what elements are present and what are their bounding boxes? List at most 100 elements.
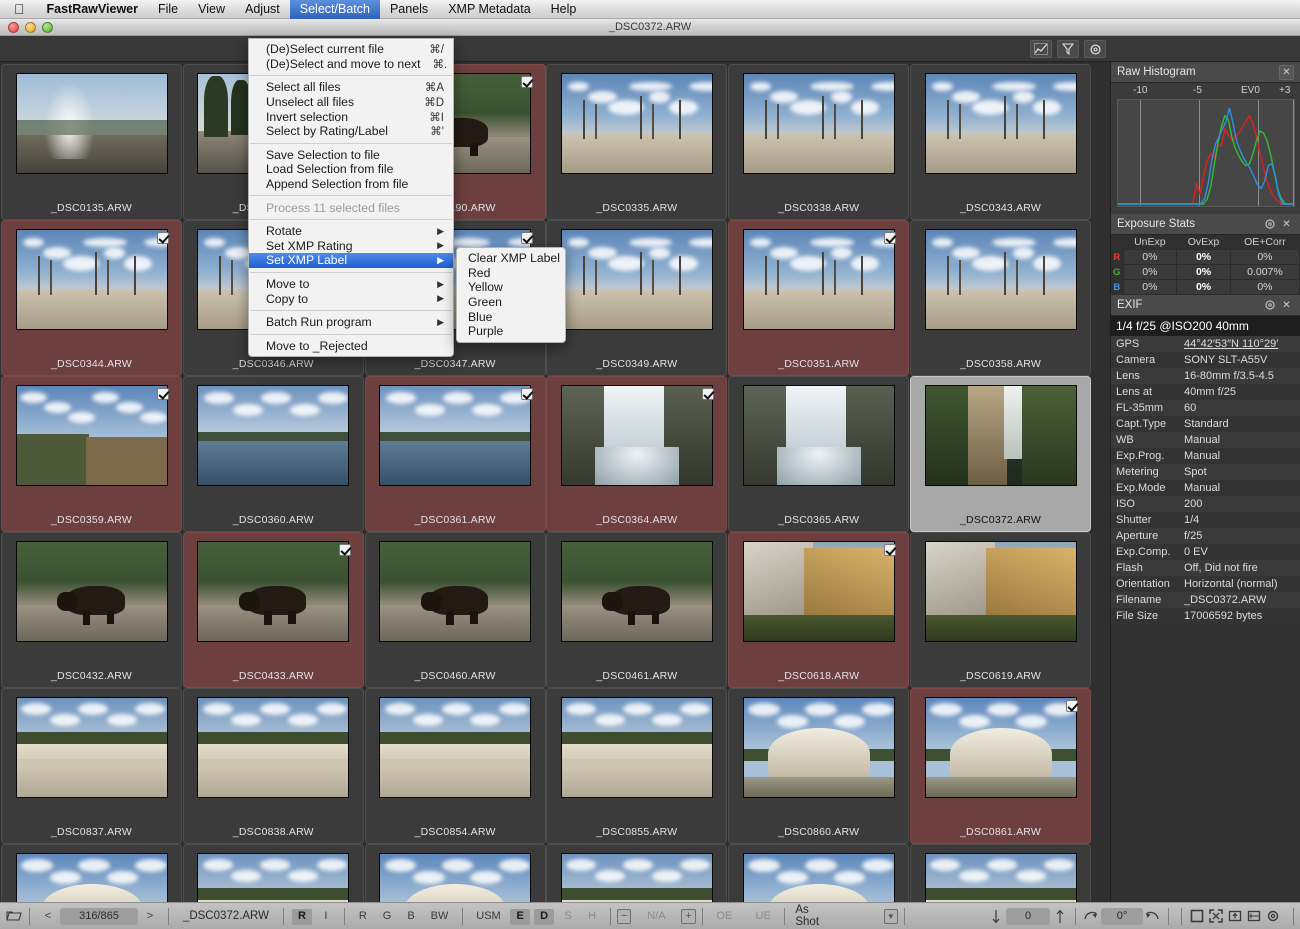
menu-item-unselect-all-files[interactable]: Unselect all files⌘D	[249, 95, 453, 110]
thumbnail-image[interactable]	[743, 229, 895, 330]
thumbnail-image[interactable]	[743, 73, 895, 174]
thumbnail-image[interactable]	[379, 541, 531, 642]
thumbnail-image[interactable]	[925, 385, 1077, 486]
thumbnail-cell[interactable]	[183, 844, 364, 902]
thumbnail-cell[interactable]: _DSC0838.ARW	[183, 688, 364, 844]
thumbnail-image[interactable]	[925, 73, 1077, 174]
selection-checkbox[interactable]	[157, 388, 169, 400]
menu-item-select-batch[interactable]: Select/Batch	[290, 0, 380, 19]
menu-item-append-selection-from-file[interactable]: Append Selection from file	[249, 177, 453, 192]
thumbnail-cell[interactable]: _DSC0351.ARW	[728, 220, 909, 376]
thumbnail-cell[interactable]: _DSC0344.ARW	[1, 220, 182, 376]
gear-icon[interactable]	[1262, 298, 1277, 313]
thumbnail-cell[interactable]: _DSC0372.ARW	[910, 376, 1091, 532]
thumbnail-cell[interactable]: _DSC0854.ARW	[365, 688, 546, 844]
thumbnail-image[interactable]	[561, 541, 713, 642]
thumbnail-image[interactable]	[925, 697, 1077, 798]
toggle-i-button[interactable]: I	[316, 908, 336, 925]
toggle-r-button[interactable]: R	[292, 908, 312, 925]
thumbnail-image[interactable]	[925, 541, 1077, 642]
menu-item-help[interactable]: Help	[541, 0, 587, 19]
exposure-increase-button[interactable]: +	[681, 909, 695, 924]
thumbnail-image[interactable]	[743, 541, 895, 642]
sharpen-h-button[interactable]: H	[582, 908, 602, 925]
oe-button[interactable]: OE	[711, 908, 738, 925]
sharpen-e-button[interactable]: E	[510, 908, 530, 925]
thumbnail-cell[interactable]: _DSC0861.ARW	[910, 688, 1091, 844]
thumbnail-cell[interactable]: _DSC0135.ARW	[1, 64, 182, 220]
thumbnail-cell[interactable]: _DSC0837.ARW	[1, 688, 182, 844]
thumbnail-cell[interactable]: _DSC0364.ARW	[546, 376, 727, 532]
menu-item-xmp-metadata[interactable]: XMP Metadata	[438, 0, 540, 19]
thumbnail-image[interactable]	[561, 229, 713, 330]
menu-item-move-to[interactable]: Move to▶	[249, 277, 453, 292]
menu-item-panels[interactable]: Panels	[380, 0, 438, 19]
filter-button[interactable]	[1057, 40, 1079, 58]
thumbnail-cell[interactable]: _DSC0460.ARW	[365, 532, 546, 688]
close-window-button[interactable]	[8, 22, 19, 33]
menu-item-file[interactable]: File	[148, 0, 188, 19]
menu-item-select-all-files[interactable]: Select all files⌘A	[249, 80, 453, 95]
close-icon[interactable]: ✕	[1279, 217, 1294, 232]
thumbnail-image[interactable]	[925, 853, 1077, 902]
thumbnail-image[interactable]	[197, 697, 349, 798]
thumbnail-cell[interactable]: _DSC0358.ARW	[910, 220, 1091, 376]
thumbnail-image[interactable]	[197, 385, 349, 486]
selection-checkbox[interactable]	[884, 232, 896, 244]
thumbnail-cell[interactable]: _DSC0343.ARW	[910, 64, 1091, 220]
selection-checkbox[interactable]	[884, 544, 896, 556]
submenu-item-purple[interactable]: Purple	[457, 324, 565, 339]
submenu-item-red[interactable]: Red	[457, 266, 565, 281]
thumbnail-image[interactable]	[379, 697, 531, 798]
thumbnail-image[interactable]	[197, 541, 349, 642]
thumbnail-image[interactable]	[561, 853, 713, 902]
ue-button[interactable]: UE	[750, 908, 777, 925]
selection-checkbox[interactable]	[339, 544, 351, 556]
thumbnail-image[interactable]	[16, 385, 168, 486]
thumbnail-image[interactable]	[16, 541, 168, 642]
close-icon[interactable]: ✕	[1279, 298, 1294, 313]
thumbnail-image[interactable]	[561, 385, 713, 486]
thumbnail-cell[interactable]: _DSC0361.ARW	[365, 376, 546, 532]
sharpen-s-button[interactable]: S	[558, 908, 578, 925]
usm-button[interactable]: USM	[471, 908, 506, 925]
thumbnail-cell[interactable]: _DSC0855.ARW	[546, 688, 727, 844]
submenu-item-clear-xmp-label[interactable]: Clear XMP Label	[457, 251, 565, 266]
thumbnail-cell[interactable]: _DSC0365.ARW	[728, 376, 909, 532]
apple-icon[interactable]: 	[0, 0, 37, 19]
next-file-button[interactable]: >	[140, 908, 160, 925]
thumbnail-image[interactable]	[561, 697, 713, 798]
menu-item-select-by-rating-label[interactable]: Select by Rating/Label⌘'	[249, 124, 453, 139]
menu-item-view[interactable]: View	[188, 0, 235, 19]
thumbnail-image[interactable]	[16, 73, 168, 174]
menu-item-fastrawviewer[interactable]: FastRawViewer	[37, 0, 148, 19]
thumbnail-image[interactable]	[743, 697, 895, 798]
menu-item-rotate[interactable]: Rotate▶	[249, 224, 453, 239]
submenu-item-blue[interactable]: Blue	[457, 309, 565, 324]
channel-bw-button[interactable]: BW	[425, 908, 454, 925]
selection-checkbox[interactable]	[521, 76, 533, 88]
gear-icon[interactable]	[1262, 217, 1277, 232]
thumbnail-cell[interactable]: _DSC0349.ARW	[546, 220, 727, 376]
menu-item-adjust[interactable]: Adjust	[235, 0, 290, 19]
white-balance-dropdown[interactable]: ▼	[884, 909, 898, 924]
thumbnail-image[interactable]	[16, 229, 168, 330]
menu-item-save-selection-to-file[interactable]: Save Selection to file	[249, 148, 453, 163]
thumbnail-cell[interactable]: _DSC0618.ARW	[728, 532, 909, 688]
channel-r-button[interactable]: R	[353, 908, 373, 925]
thumbnail-image[interactable]	[16, 697, 168, 798]
minimize-window-button[interactable]	[25, 22, 36, 33]
submenu-item-yellow[interactable]: Yellow	[457, 280, 565, 295]
prev-file-button[interactable]: <	[38, 908, 58, 925]
selection-checkbox[interactable]	[521, 388, 533, 400]
menu-item-de-select-current-file[interactable]: (De)Select current file⌘/	[249, 42, 453, 57]
settings-button[interactable]	[1084, 40, 1106, 58]
submenu-item-green[interactable]: Green	[457, 295, 565, 310]
close-icon[interactable]: ✕	[1279, 65, 1294, 80]
selection-checkbox[interactable]	[521, 232, 533, 244]
thumbnail-cell[interactable]: _DSC0359.ARW	[1, 376, 182, 532]
thumbnail-image[interactable]	[925, 229, 1077, 330]
menu-item-batch-run-program[interactable]: Batch Run program▶	[249, 315, 453, 330]
menu-item-copy-to[interactable]: Copy to▶	[249, 291, 453, 306]
thumbnail-cell[interactable]: _DSC0461.ARW	[546, 532, 727, 688]
